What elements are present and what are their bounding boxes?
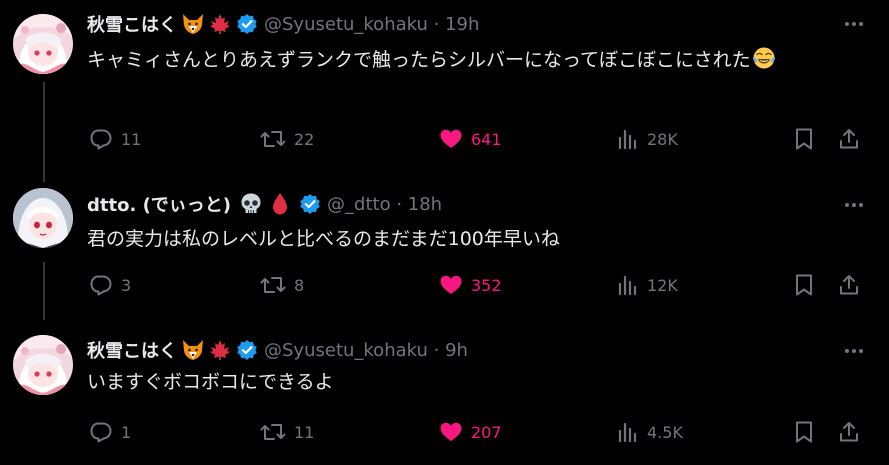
timestamp[interactable]: 18h xyxy=(408,194,442,215)
avatar[interactable] xyxy=(13,335,73,395)
tweet-actions: 1 11 207 4.5K xyxy=(0,417,889,447)
share-icon xyxy=(840,275,858,295)
tweet-text-body: いますぐボコボコにできるよ xyxy=(87,371,334,393)
like-count: 207 xyxy=(471,422,502,442)
analytics-icon xyxy=(618,422,637,443)
tweet-actions: 11 22 641 28K xyxy=(0,124,889,154)
tweet-text: 君の実力は私のレベルと比べるのまだまだ100年早いね xyxy=(87,221,867,257)
tweet[interactable]: 秋雪こはく @Syusetu_kohaku · 19h キャミィさんとりあえずラ… xyxy=(0,0,889,178)
share-icon xyxy=(840,422,858,442)
tweet[interactable]: 秋雪こはく @Syusetu_kohaku · 9h いますぐボコボコにできるよ… xyxy=(0,322,889,465)
analytics-icon xyxy=(618,275,637,296)
tweet-header: 秋雪こはく @Syusetu_kohaku · 9h xyxy=(87,337,468,363)
bookmark-icon xyxy=(796,128,812,150)
handle[interactable]: @Syusetu_kohaku xyxy=(264,14,428,35)
maple-leaf-icon xyxy=(209,339,231,361)
avatar[interactable] xyxy=(13,188,73,248)
repost-count: 22 xyxy=(294,129,315,149)
like-button[interactable]: 352 xyxy=(439,270,502,300)
tweet[interactable]: dtto. (でぃっと) @_dtto · 18h 君の実力は私のレベルと比べる… xyxy=(0,178,889,322)
verified-badge-icon xyxy=(299,193,321,215)
blood-drop-icon xyxy=(271,192,289,216)
bookmark-button[interactable] xyxy=(793,270,815,300)
more-options-icon[interactable] xyxy=(845,349,863,353)
share-button[interactable] xyxy=(837,124,861,154)
heart-filled-icon xyxy=(440,422,462,441)
display-name[interactable]: 秋雪こはく xyxy=(87,11,177,37)
verified-badge-icon xyxy=(236,339,258,361)
share-button[interactable] xyxy=(837,270,861,300)
views-button[interactable]: 4.5K xyxy=(617,417,683,447)
share-icon xyxy=(840,129,858,149)
reply-count: 3 xyxy=(121,275,132,295)
reply-count: 1 xyxy=(121,422,132,442)
repost-icon xyxy=(260,131,286,147)
view-count: 28K xyxy=(647,129,678,149)
fox-icon xyxy=(181,13,205,35)
tweet-header: 秋雪こはく @Syusetu_kohaku · 19h xyxy=(87,11,479,37)
repost-button[interactable]: 11 xyxy=(260,417,314,447)
repost-count: 8 xyxy=(294,275,305,295)
like-button[interactable]: 207 xyxy=(439,417,502,447)
like-count: 641 xyxy=(471,129,502,149)
bookmark-icon xyxy=(796,421,812,443)
tweet-actions: 3 8 352 12K xyxy=(0,270,889,300)
fox-icon xyxy=(181,339,205,361)
reply-icon xyxy=(90,129,112,150)
skull-icon xyxy=(239,192,263,216)
heart-filled-icon xyxy=(440,275,462,294)
more-options-icon[interactable] xyxy=(845,22,863,26)
bookmark-button[interactable] xyxy=(793,124,815,154)
separator-dot: · xyxy=(427,13,446,35)
handle[interactable]: @Syusetu_kohaku xyxy=(264,340,428,361)
tweet-header: dtto. (でぃっと) @_dtto · 18h xyxy=(87,192,442,216)
bookmark-button[interactable] xyxy=(793,417,815,447)
handle[interactable]: @_dtto xyxy=(327,194,391,215)
avatar[interactable] xyxy=(13,14,73,74)
view-count: 4.5K xyxy=(647,422,683,442)
like-count: 352 xyxy=(471,275,502,295)
reply-icon xyxy=(90,422,112,443)
reply-button[interactable]: 11 xyxy=(89,124,141,154)
tweet-text-body: 君の実力は私のレベルと比べるのまだまだ100年早いね xyxy=(87,228,560,250)
display-name[interactable]: dtto. (でぃっと) xyxy=(87,191,231,217)
analytics-icon xyxy=(618,129,637,150)
reply-button[interactable]: 1 xyxy=(89,417,131,447)
repost-count: 11 xyxy=(294,422,315,442)
separator-dot: · xyxy=(390,193,408,215)
repost-icon xyxy=(260,424,286,440)
separator-dot: · xyxy=(427,339,446,361)
more-options-icon[interactable] xyxy=(845,203,863,207)
repost-button[interactable]: 22 xyxy=(260,124,314,154)
like-button[interactable]: 641 xyxy=(439,124,502,154)
views-button[interactable]: 12K xyxy=(617,270,678,300)
reply-button[interactable]: 3 xyxy=(89,270,131,300)
reply-count: 11 xyxy=(121,129,142,149)
tears-of-joy-icon xyxy=(752,46,776,70)
repost-button[interactable]: 8 xyxy=(260,270,304,300)
maple-leaf-icon xyxy=(209,13,231,35)
repost-icon xyxy=(260,277,286,293)
timestamp[interactable]: 9h xyxy=(445,340,468,361)
tweet-text-body: キャミィさんとりあえずランクで触ったらシルバーになってぼこぼこにされた xyxy=(87,49,751,71)
tweet-text: キャミィさんとりあえずランクで触ったらシルバーになってぼこぼこにされた xyxy=(87,42,867,78)
timestamp[interactable]: 19h xyxy=(445,14,479,35)
verified-badge-icon xyxy=(236,13,258,35)
views-button[interactable]: 28K xyxy=(617,124,678,154)
tweet-text: いますぐボコボコにできるよ xyxy=(87,364,867,400)
heart-filled-icon xyxy=(440,129,462,148)
share-button[interactable] xyxy=(837,417,861,447)
reply-icon xyxy=(90,275,112,296)
display-name[interactable]: 秋雪こはく xyxy=(87,337,177,363)
view-count: 12K xyxy=(647,275,678,295)
bookmark-icon xyxy=(796,274,812,296)
